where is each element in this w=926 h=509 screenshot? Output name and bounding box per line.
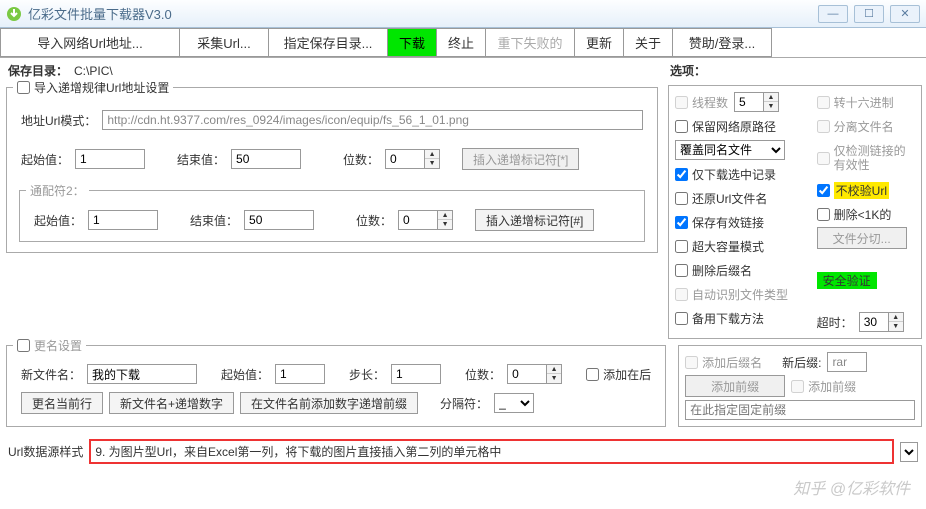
sponsor-button[interactable]: 赞助/登录... [672, 28, 772, 57]
sep-select[interactable]: _ [494, 393, 534, 413]
keep-valid-checkbox[interactable] [675, 216, 688, 229]
toolbar: 导入网络Url地址... 采集Url... 指定保存目录... 下载 终止 重下… [0, 28, 926, 58]
update-button[interactable]: 更新 [574, 28, 624, 57]
window-buttons: — ☐ ✕ [818, 5, 920, 23]
rn-digits-spinner[interactable]: ▲▼ [507, 364, 562, 384]
pattern-input[interactable] [102, 110, 643, 130]
file-split-button[interactable]: 文件分切... [817, 227, 907, 249]
end2-label: 结束值： [190, 212, 238, 229]
watermark: 知乎 @亿彩软件 [793, 475, 910, 499]
fixed-prefix-input[interactable] [685, 400, 915, 420]
download-button[interactable]: 下载 [387, 28, 437, 57]
rename-enable-checkbox[interactable] [17, 339, 30, 352]
maximize-button[interactable]: ☐ [854, 5, 884, 23]
auto-detect-checkbox [675, 288, 688, 301]
rn-start-input[interactable] [275, 364, 325, 384]
overwrite-select[interactable]: 覆盖同名文件 [675, 140, 785, 160]
insert2-button[interactable]: 插入递增标记符[#] [475, 209, 594, 231]
delete-lt1k-checkbox[interactable] [817, 208, 830, 221]
big-capacity-checkbox[interactable] [675, 240, 688, 253]
start2-input[interactable] [88, 210, 158, 230]
add-prefix-cb [791, 380, 804, 393]
insert1-button[interactable]: 插入递增标记符[*] [462, 148, 579, 170]
timeout-spinner[interactable]: ▲▼ [859, 312, 904, 332]
about-button[interactable]: 关于 [623, 28, 673, 57]
backup-method-checkbox[interactable] [675, 312, 688, 325]
add-prefix-button[interactable]: 添加前缀 [685, 375, 785, 397]
restore-name-checkbox[interactable] [675, 192, 688, 205]
start1-input[interactable] [75, 149, 145, 169]
import-url-button[interactable]: 导入网络Url地址... [0, 28, 180, 57]
append-after-checkbox[interactable] [586, 368, 599, 381]
sep-label: 分隔符： [440, 395, 488, 412]
options-title: 选项： [664, 58, 926, 83]
rn-step-label: 步长： [349, 366, 385, 383]
new-ext-label: 新后缀: [782, 354, 821, 371]
suffix-panel: 添加后缀名 新后缀: 添加前缀 添加前缀 [678, 345, 922, 427]
delete-ext-checkbox[interactable] [675, 264, 688, 277]
datasource-row: Url数据源样式 9. 为图片型Url，来自Excel第一列，将下载的图片直接插… [0, 431, 926, 472]
redownload-button[interactable]: 重下失败的 [485, 28, 575, 57]
to-hex-checkbox [817, 96, 830, 109]
minimize-button[interactable]: — [818, 5, 848, 23]
keep-path-checkbox[interactable] [675, 120, 688, 133]
end1-label: 结束值： [177, 151, 225, 168]
url-pattern-enable-checkbox[interactable] [17, 81, 30, 94]
datasource-value: 9. 为图片型Url，来自Excel第一列，将下载的图片直接插入第二列的单元格中 [95, 443, 888, 460]
collect-url-button[interactable]: 采集Url... [179, 28, 269, 57]
rn-step-input[interactable] [391, 364, 441, 384]
end2-input[interactable] [244, 210, 314, 230]
timeout-label: 超时： [817, 314, 853, 331]
pattern-label: 地址Url模式： [21, 112, 96, 129]
check-only-checkbox [817, 152, 830, 165]
app-icon [6, 6, 22, 22]
newname-inc-button[interactable]: 新文件名+递增数字 [109, 392, 234, 414]
close-button[interactable]: ✕ [890, 5, 920, 23]
rn-digits-label: 位数： [465, 366, 501, 383]
datasource-select[interactable] [900, 442, 918, 462]
options-panel: 线程数 ▲▼ 保留网络原路径 覆盖同名文件 仅下载选中记录 还原Url文件名 保… [668, 85, 922, 339]
end1-input[interactable] [231, 149, 301, 169]
wildcard2-fieldset: 通配符2： 起始值： 结束值： 位数： ▲▼ 插入递增标记符[#] [19, 182, 645, 242]
save-dir-label: 保存目录： [8, 62, 68, 79]
digits1-spinner[interactable]: ▲▼ [385, 149, 440, 169]
add-ext-checkbox [685, 356, 698, 369]
url-pattern-fieldset: 导入递增规律Url地址设置 地址Url模式： 起始值： 结束值： 位数： ▲▼ … [6, 87, 658, 253]
security-label[interactable]: 安全验证 [817, 272, 877, 289]
set-dir-button[interactable]: 指定保存目录... [268, 28, 388, 57]
split-name-checkbox [817, 120, 830, 133]
rename-legend: 更名设置 [34, 337, 82, 354]
start1-label: 起始值： [21, 151, 69, 168]
threads-checkbox [675, 96, 688, 109]
save-dir-value: C:\PIC\ [74, 64, 113, 78]
add-prefix-num-button[interactable]: 在文件名前添加数字递增前缀 [240, 392, 418, 414]
rn-start-label: 起始值： [221, 366, 269, 383]
wildcard2-legend: 通配符2： [26, 182, 89, 199]
threads-spinner[interactable]: ▲▼ [734, 92, 779, 112]
datasource-label: Url数据源样式 [8, 443, 83, 460]
digits1-label: 位数： [343, 151, 379, 168]
digits2-label: 位数： [356, 212, 392, 229]
no-verify-checkbox[interactable] [817, 184, 830, 197]
rename-current-button[interactable]: 更名当前行 [21, 392, 103, 414]
new-ext-input[interactable] [827, 352, 867, 372]
download-checked-checkbox[interactable] [675, 168, 688, 181]
start2-label: 起始值： [34, 212, 82, 229]
digits2-spinner[interactable]: ▲▼ [398, 210, 453, 230]
rename-fieldset: 更名设置 新文件名： 起始值： 步长： 位数： ▲▼ 添加在后 更名当前行 新文… [6, 345, 666, 427]
window-title: 亿彩文件批量下载器V3.0 [28, 4, 818, 23]
stop-button[interactable]: 终止 [436, 28, 486, 57]
newname-input[interactable] [87, 364, 197, 384]
url-pattern-legend: 导入递增规律Url地址设置 [34, 79, 169, 96]
datasource-box: 9. 为图片型Url，来自Excel第一列，将下载的图片直接插入第二列的单元格中 [89, 439, 894, 464]
newname-label: 新文件名： [21, 366, 81, 383]
titlebar: 亿彩文件批量下载器V3.0 — ☐ ✕ [0, 0, 926, 28]
